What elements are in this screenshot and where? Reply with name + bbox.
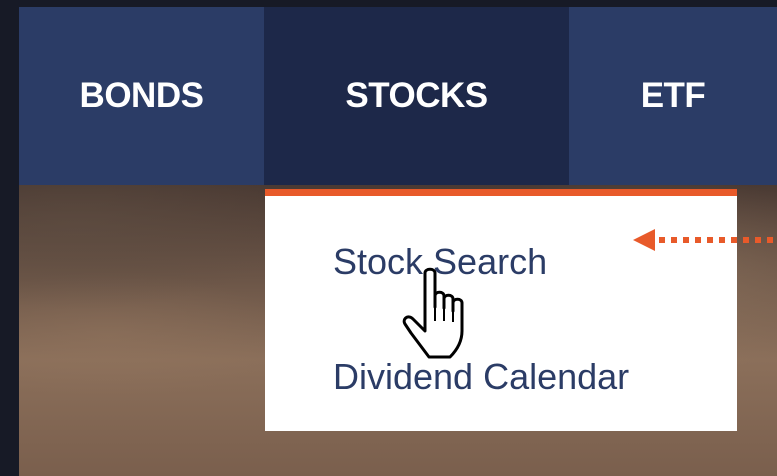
nav-item-label: ETF (640, 76, 706, 115)
dropdown-item-dividend-calendar[interactable]: Dividend Calendar (333, 356, 629, 398)
nav-item-stocks[interactable]: STOCKS (264, 7, 569, 185)
nav-item-etf[interactable]: ETF (569, 7, 777, 185)
nav-item-bonds[interactable]: BONDS (19, 7, 264, 185)
screenshot-frame: BONDS STOCKS ETF Stock Search Dividend C… (19, 7, 777, 476)
top-navbar: BONDS STOCKS ETF (19, 7, 777, 185)
nav-item-label: BONDS (79, 76, 204, 115)
nav-item-label: STOCKS (345, 76, 488, 115)
dropdown-item-label: Dividend Calendar (333, 356, 630, 397)
hand-pointer-icon (402, 267, 464, 359)
stocks-dropdown-menu: Stock Search Dividend Calendar (265, 189, 737, 431)
dotted-arrow-left-icon (633, 229, 777, 251)
